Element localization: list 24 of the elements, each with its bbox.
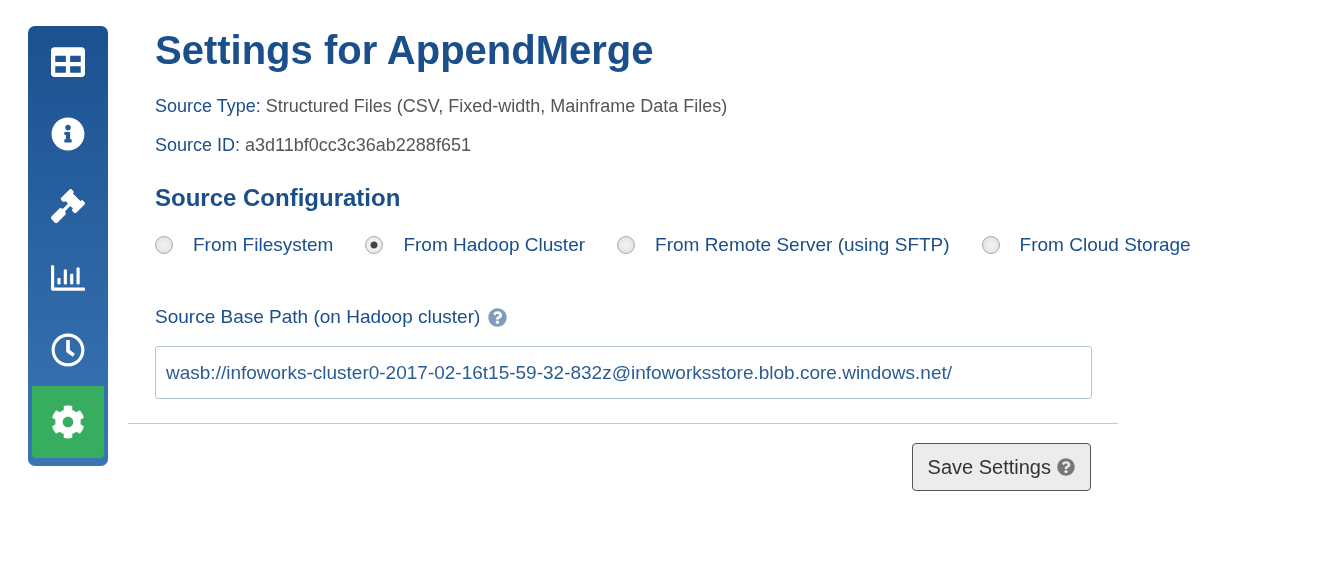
info-icon <box>51 117 85 151</box>
radio-button[interactable] <box>155 236 173 254</box>
radio-label[interactable]: From Filesystem <box>193 234 334 256</box>
section-title: Source Configuration <box>155 184 402 212</box>
info-value: Structured Files (CSV, Fixed-width, Mainframe Data Files) <box>265 96 728 117</box>
input-field[interactable]: wasb://infoworks-cluster0-2017-02-16t15-59-32-832z@infoworksstore.blob.core.windows.net/ <box>155 346 1092 399</box>
info-label: Source Type: <box>155 96 261 117</box>
info-label: Source ID: <box>155 135 241 156</box>
radio-button[interactable] <box>365 236 384 254</box>
field-label: Source Base Path (on Hadoop cluster) <box>155 306 481 328</box>
radio-button[interactable] <box>617 236 636 254</box>
radio-label[interactable]: From Hadoop Cluster <box>403 234 586 256</box>
page-title: Settings for AppendMerge <box>155 27 655 74</box>
radio-button[interactable] <box>981 236 1000 254</box>
table-icon <box>51 45 85 79</box>
info-value: a3d11bf0cc3c36ab2288f651 <box>245 135 471 156</box>
clock-icon <box>51 333 85 367</box>
save-button[interactable]: Save Settings <box>911 443 1091 491</box>
help-icon[interactable] <box>488 307 508 327</box>
radio-label[interactable]: From Cloud Storage <box>1019 234 1191 256</box>
radio-label[interactable]: From Remote Server (using SFTP) <box>655 234 950 256</box>
settings-icon <box>51 405 85 439</box>
gavel-icon <box>51 189 85 223</box>
help-icon <box>1057 458 1075 476</box>
